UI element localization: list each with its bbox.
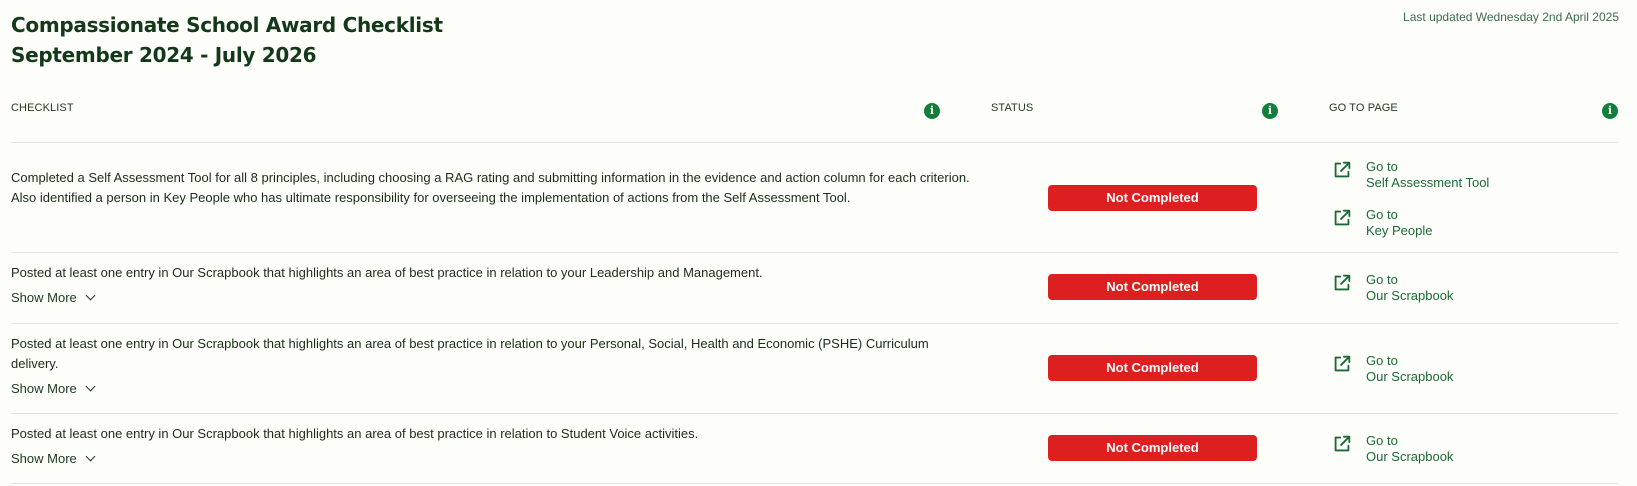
divider: [11, 483, 1618, 484]
goto-target: Self Assessment Tool: [1366, 175, 1490, 190]
goto-key-people-link[interactable]: Go to Key People: [1331, 207, 1433, 239]
goto-prefix: Go to: [1366, 433, 1398, 448]
chevron-down-icon: [85, 290, 96, 301]
show-more-toggle[interactable]: Show More: [11, 451, 96, 466]
goto-prefix: Go to: [1366, 353, 1398, 368]
goto-self-assessment-link[interactable]: Go to Self Assessment Tool: [1331, 159, 1489, 191]
goto-target: Our Scrapbook: [1366, 449, 1454, 464]
goto-scrapbook-link[interactable]: Go to Our Scrapbook: [1331, 433, 1453, 465]
goto-target: Key People: [1366, 223, 1433, 238]
checklist-description: Posted at least one entry in Our Scrapbo…: [11, 265, 763, 280]
external-link-icon: [1334, 161, 1351, 178]
status-badge: Not Completed: [1048, 274, 1257, 300]
external-link-icon: [1334, 209, 1351, 226]
table-header: CHECKLIST i STATUS i GO TO PAGE i: [11, 102, 1618, 124]
checklist-description: Posted at least one entry in Our Scrapbo…: [11, 336, 929, 371]
goto-column-header: GO TO PAGE: [1329, 102, 1398, 114]
show-more-toggle[interactable]: Show More: [11, 290, 96, 305]
status-badge: Not Completed: [1048, 185, 1257, 211]
goto-scrapbook-link[interactable]: Go to Our Scrapbook: [1331, 353, 1453, 385]
external-link-icon: [1334, 435, 1351, 452]
table-row: Posted at least one entry in Our Scrapbo…: [11, 253, 1618, 323]
table-row: Completed a Self Assessment Tool for all…: [11, 143, 1618, 251]
goto-scrapbook-link[interactable]: Go to Our Scrapbook: [1331, 272, 1453, 304]
checklist-column-header: CHECKLIST: [11, 102, 74, 114]
goto-prefix: Go to: [1366, 207, 1398, 222]
status-info-icon[interactable]: i: [1262, 103, 1278, 119]
show-more-label: Show More: [11, 451, 77, 466]
goto-prefix: Go to: [1366, 159, 1398, 174]
status-column-header: STATUS: [991, 102, 1034, 114]
show-more-label: Show More: [11, 381, 77, 396]
last-updated-text: Last updated Wednesday 2nd April 2025: [1403, 10, 1619, 24]
external-link-icon: [1334, 355, 1351, 372]
goto-info-icon[interactable]: i: [1602, 103, 1618, 119]
status-badge: Not Completed: [1048, 355, 1257, 381]
table-row: Posted at least one entry in Our Scrapbo…: [11, 414, 1618, 482]
chevron-down-icon: [85, 381, 96, 392]
chevron-down-icon: [85, 451, 96, 462]
checklist-description: Posted at least one entry in Our Scrapbo…: [11, 426, 699, 441]
table-row: Posted at least one entry in Our Scrapbo…: [11, 324, 1618, 412]
checklist-description: Completed a Self Assessment Tool for all…: [11, 170, 970, 205]
goto-target: Our Scrapbook: [1366, 369, 1454, 384]
show-more-label: Show More: [11, 290, 77, 305]
page-title-line1: Compassionate School Award Checklist: [11, 13, 443, 37]
show-more-toggle[interactable]: Show More: [11, 381, 96, 396]
checklist-info-icon[interactable]: i: [924, 103, 940, 119]
goto-prefix: Go to: [1366, 272, 1398, 287]
page-title-line2: September 2024 - July 2026: [11, 43, 317, 67]
external-link-icon: [1334, 274, 1351, 291]
status-badge: Not Completed: [1048, 435, 1257, 461]
page-title: Compassionate School Award Checklist Sep…: [11, 10, 443, 70]
goto-target: Our Scrapbook: [1366, 288, 1454, 303]
